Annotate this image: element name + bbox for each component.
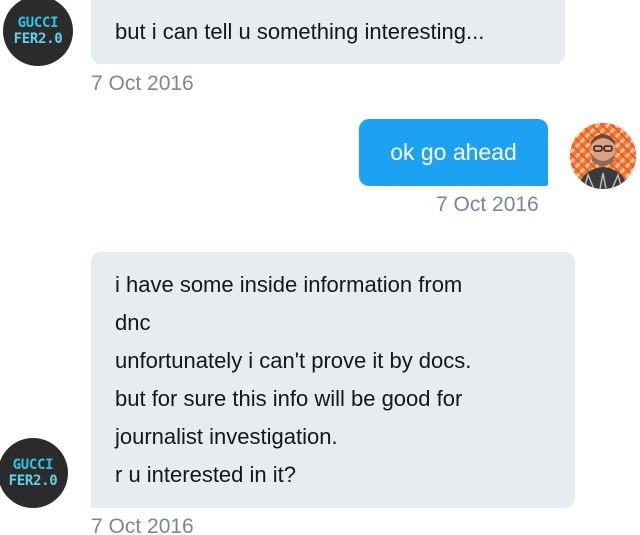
message-timestamp: 7 Oct 2016 xyxy=(91,515,194,535)
sender-avatar[interactable]: GUCCI FER2.0 xyxy=(3,0,73,66)
message-text-line: dnc xyxy=(115,310,151,335)
incoming-message-bubble[interactable]: i have some inside information from dnc … xyxy=(91,252,575,508)
dm-conversation: GUCCI FER2.0 but i can tell u something … xyxy=(0,0,640,535)
avatar-text-line2: FER2.0 xyxy=(8,473,58,489)
message-text-line: but for sure this info will be good for xyxy=(115,386,463,411)
avatar-text-line1: GUCCI xyxy=(12,457,54,473)
message-text-line: i have some inside information from xyxy=(115,272,463,297)
message-timestamp: 7 Oct 2016 xyxy=(436,193,539,216)
message-timestamp: 7 Oct 2016 xyxy=(91,72,194,95)
message-text: but i can tell u something interesting..… xyxy=(115,19,485,44)
user-photo-icon xyxy=(570,123,636,189)
outgoing-message-bubble[interactable]: ok go ahead xyxy=(359,119,548,186)
avatar-text-line2: FER2.0 xyxy=(13,31,63,47)
sender-avatar[interactable]: GUCCI FER2.0 xyxy=(0,438,68,508)
message-text-line: unfortunately i can't prove it by docs. xyxy=(115,348,472,373)
message-text: ok go ahead xyxy=(390,139,517,165)
message-text-line: journalist investigation. xyxy=(115,424,338,449)
incoming-message-bubble[interactable]: but i can tell u something interesting..… xyxy=(91,0,565,64)
user-avatar-icon[interactable] xyxy=(570,123,636,189)
avatar-text-line1: GUCCI xyxy=(17,15,59,31)
message-text-line: r u interested in it? xyxy=(115,462,296,487)
